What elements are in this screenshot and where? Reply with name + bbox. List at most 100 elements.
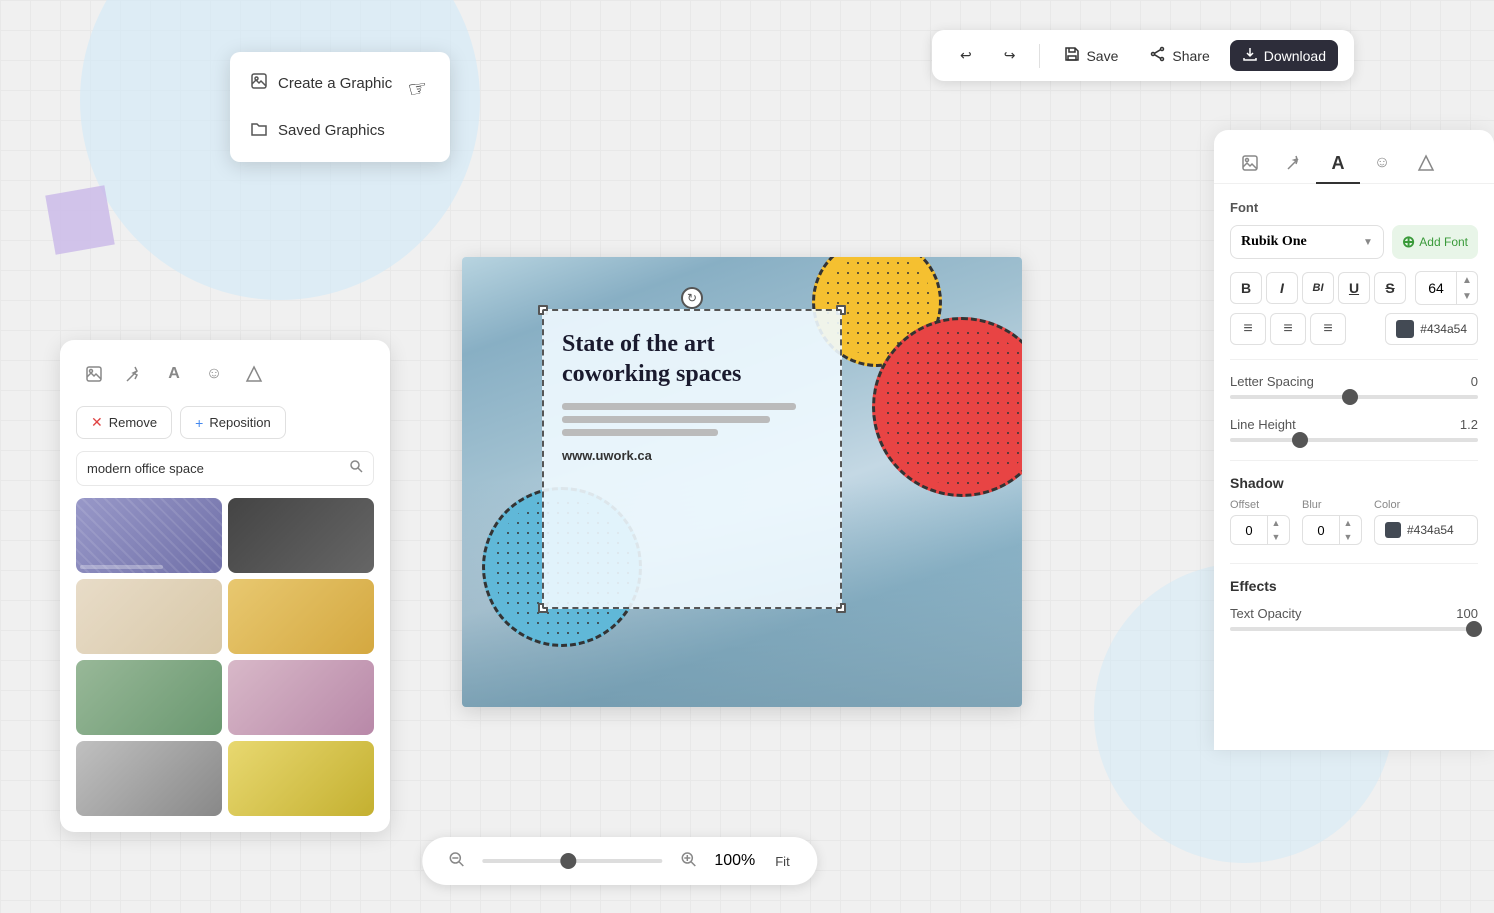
shadow-offset-up[interactable]: ▲ (1268, 516, 1284, 530)
panel-tab-magic[interactable] (116, 356, 152, 392)
shadow-blur-input-wrap: ▲ ▼ (1302, 515, 1362, 545)
image-thumb-7[interactable] (76, 741, 222, 816)
image-thumb-3[interactable] (76, 579, 222, 654)
chevron-down-icon: ▼ (1363, 237, 1373, 248)
shadow-title: Shadow (1230, 475, 1478, 491)
reposition-button[interactable]: + Reposition (180, 406, 286, 439)
zoom-in-button[interactable] (674, 847, 702, 875)
panel-actions: ✕ Remove + Reposition (76, 406, 374, 439)
align-left-button[interactable]: ≡ (1230, 313, 1266, 345)
text-opacity-track[interactable] (1230, 627, 1478, 631)
letter-spacing-header: Letter Spacing 0 (1230, 374, 1478, 389)
font-size-down[interactable]: ▼ (1457, 288, 1477, 304)
right-tab-magic[interactable] (1272, 144, 1316, 184)
bold-button[interactable]: B (1230, 272, 1262, 304)
share-button[interactable]: Share (1138, 40, 1221, 71)
text-box-container[interactable]: ↻ State of the art coworking spaces www.… (542, 309, 842, 609)
font-size-input[interactable] (1416, 276, 1456, 300)
reposition-label: Reposition (209, 415, 270, 430)
panel-tab-emoji[interactable]: ☺ (196, 356, 232, 392)
shadow-blur-arrows: ▲ ▼ (1339, 516, 1356, 544)
text-opacity-thumb[interactable] (1466, 621, 1482, 637)
shadow-offset-input[interactable] (1231, 518, 1267, 543)
saved-graphics-label: Saved Graphics (278, 122, 385, 139)
right-tab-image[interactable] (1228, 144, 1272, 184)
italic-label: I (1280, 280, 1284, 296)
shadow-offset-col: Offset ▲ ▼ (1230, 499, 1290, 545)
shadow-color-chip[interactable]: #434a54 (1374, 515, 1478, 545)
redo-button[interactable]: ↪ (992, 41, 1028, 70)
save-label: Save (1086, 48, 1118, 64)
text-color-swatch (1396, 320, 1414, 338)
italic-button[interactable]: I (1266, 272, 1298, 304)
image-thumb-1[interactable] (76, 498, 222, 573)
add-font-label: Add Font (1419, 235, 1468, 249)
strikethrough-button[interactable]: S (1374, 272, 1406, 304)
line-height-header: Line Height 1.2 (1230, 417, 1478, 432)
text-color-chip[interactable]: #434a54 (1385, 313, 1478, 345)
right-tab-shapes[interactable] (1404, 144, 1448, 184)
letter-spacing-thumb[interactable] (1342, 389, 1358, 405)
right-tab-emoji[interactable]: ☺ (1360, 144, 1404, 184)
undo-icon: ↩ (960, 47, 972, 64)
align-left-icon: ≡ (1243, 320, 1252, 338)
strikethrough-label: S (1385, 280, 1394, 296)
panel-tab-shapes[interactable] (236, 356, 272, 392)
bold-italic-button[interactable]: BI (1302, 272, 1334, 304)
zoom-out-button[interactable] (442, 847, 470, 875)
image-thumb-5[interactable] (76, 660, 222, 735)
font-select[interactable]: Rubik One ▼ (1230, 225, 1384, 259)
shadow-offset-down[interactable]: ▼ (1268, 530, 1284, 544)
download-button[interactable]: Download (1230, 40, 1338, 71)
canvas-text-line-3 (562, 429, 718, 436)
search-input[interactable] (87, 461, 343, 476)
text-opacity-header: Text Opacity 100 (1230, 606, 1478, 621)
shadow-offset-label: Offset (1230, 499, 1290, 511)
font-size-up[interactable]: ▲ (1457, 272, 1477, 288)
image-thumb-4[interactable] (228, 579, 374, 654)
panel-tabs: A ☺ (76, 356, 374, 392)
dropdown-saved-graphics[interactable]: Saved Graphics (230, 107, 450, 154)
add-font-button[interactable]: ⊕ Add Font (1392, 225, 1478, 259)
letter-spacing-value: 0 (1471, 374, 1478, 389)
zoom-fit-button[interactable]: Fit (767, 850, 797, 873)
panel-tab-image[interactable] (76, 356, 112, 392)
shadow-blur-input[interactable] (1303, 518, 1339, 543)
font-size-box: ▲ ▼ (1415, 271, 1478, 305)
remove-button[interactable]: ✕ Remove (76, 406, 172, 439)
align-row: ≡ ≡ ≡ #434a54 (1230, 313, 1478, 345)
rotate-handle[interactable]: ↻ (681, 287, 703, 309)
shadow-inputs-row: Offset ▲ ▼ Blur ▲ (1230, 499, 1478, 545)
shadow-section: Shadow Offset ▲ ▼ Blur (1230, 475, 1478, 545)
shadow-blur-down[interactable]: ▼ (1340, 530, 1356, 544)
canvas-card[interactable]: ↻ State of the art coworking spaces www.… (462, 257, 1022, 707)
image-thumb-2[interactable] (228, 498, 374, 573)
folder-icon (250, 119, 268, 142)
underline-button[interactable]: U (1338, 272, 1370, 304)
align-center-button[interactable]: ≡ (1270, 313, 1306, 345)
search-icon (349, 459, 363, 478)
text-opacity-label: Text Opacity (1230, 606, 1302, 621)
font-row: Rubik One ▼ ⊕ Add Font (1230, 225, 1478, 259)
redo-icon: ↪ (1004, 47, 1016, 64)
align-right-button[interactable]: ≡ (1310, 313, 1346, 345)
download-label: Download (1264, 48, 1326, 64)
image-thumb-8[interactable] (228, 741, 374, 816)
share-icon (1150, 46, 1166, 65)
right-tab-text[interactable]: A (1316, 144, 1360, 184)
save-button[interactable]: Save (1052, 40, 1130, 71)
dropdown-menu: Create a Graphic Saved Graphics (230, 52, 450, 162)
image-thumb-6[interactable] (228, 660, 374, 735)
shadow-blur-up[interactable]: ▲ (1340, 516, 1356, 530)
zoom-slider[interactable] (482, 859, 662, 863)
right-panel-content: Font Rubik One ▼ ⊕ Add Font B I BI U (1214, 184, 1494, 665)
panel-tab-text[interactable]: A (156, 356, 192, 392)
letter-spacing-track[interactable] (1230, 395, 1478, 399)
line-height-thumb[interactable] (1292, 432, 1308, 448)
bg-decoration-sticky-purple (45, 185, 115, 255)
undo-button[interactable]: ↩ (948, 41, 984, 70)
line-height-track[interactable] (1230, 438, 1478, 442)
left-panel: A ☺ ✕ Remove + Reposition (60, 340, 390, 832)
canvas-area: ↻ State of the art coworking spaces www.… (410, 130, 1074, 833)
text-color-label: #434a54 (1420, 322, 1467, 336)
